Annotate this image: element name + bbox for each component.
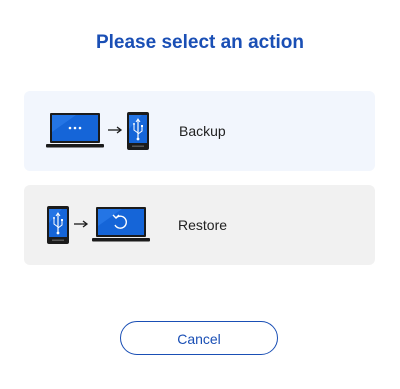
restore-option[interactable]: Restore <box>24 185 375 265</box>
backup-option[interactable]: Backup <box>24 91 375 171</box>
arrow-right-icon <box>74 220 89 228</box>
backup-icons <box>46 91 150 171</box>
backup-label: Backup <box>179 123 226 139</box>
action-dialog: Please select an action Backup Restore C… <box>0 0 400 389</box>
dialog-title: Please select an action <box>95 32 305 53</box>
usb-device-icon <box>47 206 69 244</box>
laptop-restore-icon <box>92 207 150 242</box>
laptop-icon <box>46 113 104 148</box>
restore-label: Restore <box>178 217 228 233</box>
restore-icons <box>46 185 150 265</box>
cancel-button[interactable]: Cancel <box>120 321 278 355</box>
arrow-right-icon <box>108 126 123 134</box>
usb-device-icon <box>127 112 149 150</box>
